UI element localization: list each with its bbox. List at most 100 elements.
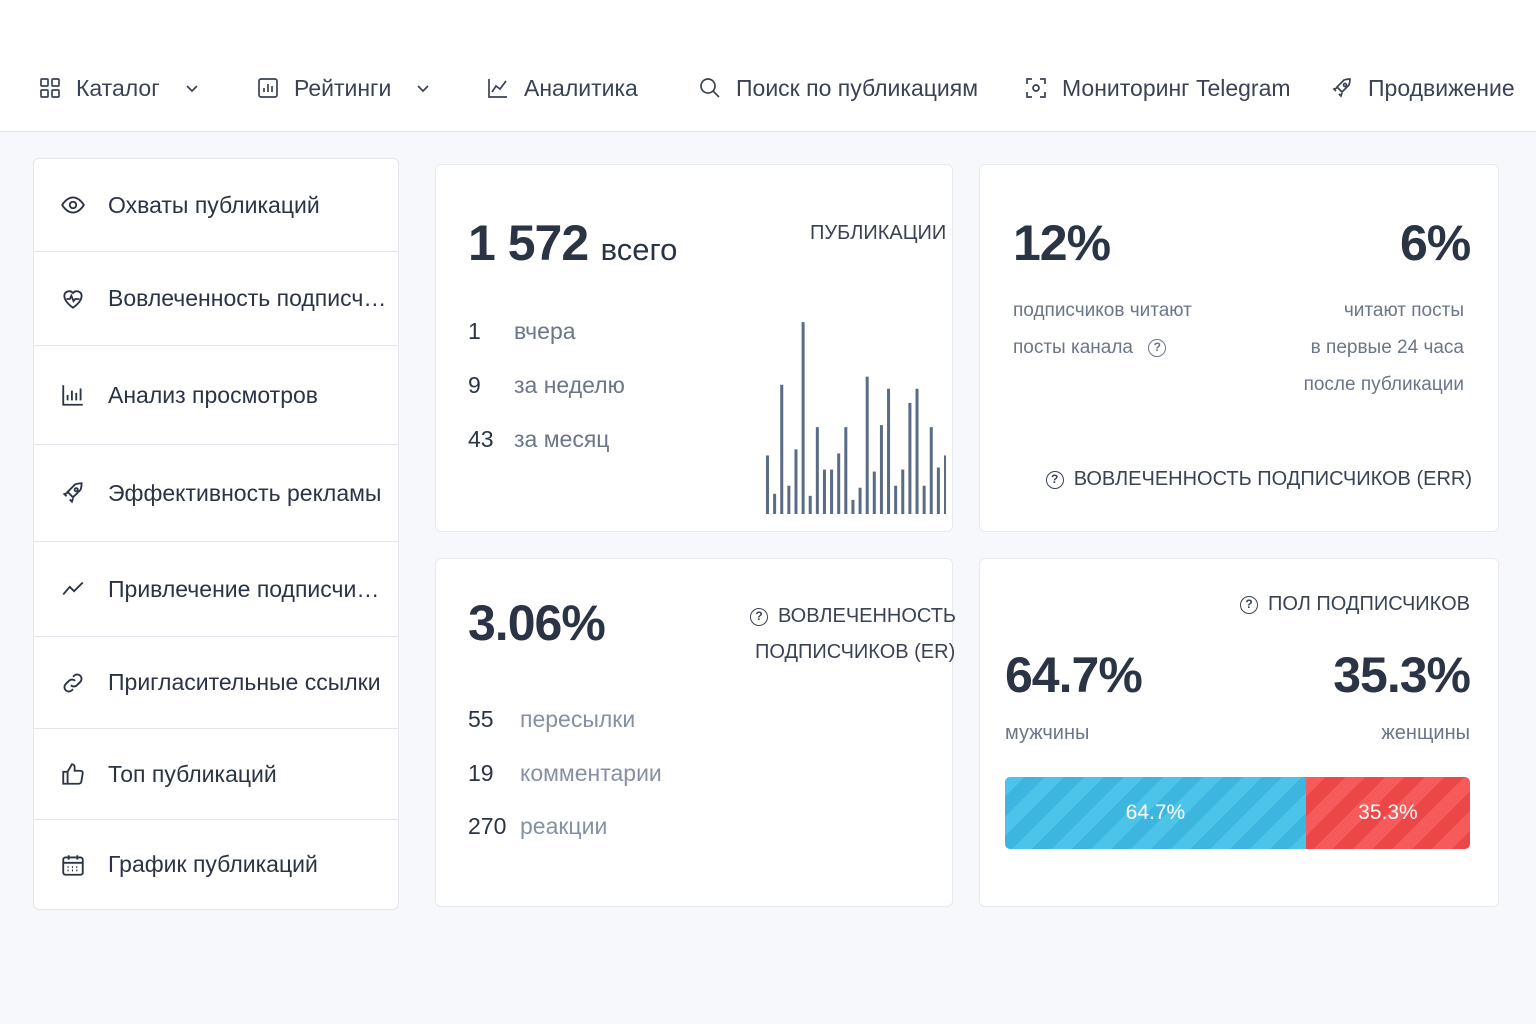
- nav-promotion-label: Продвижение: [1368, 74, 1515, 101]
- line-chart-icon: [488, 79, 507, 98]
- stat-month-label: за месяц: [514, 426, 610, 452]
- chart-bar: [837, 453, 841, 514]
- chart-bar: [844, 427, 848, 514]
- er-value: 3.06%: [468, 595, 606, 651]
- question-icon[interactable]: ?: [1045, 471, 1064, 489]
- chart-bar: [915, 388, 919, 514]
- err-left-line2: посты канала ?: [1013, 337, 1167, 359]
- gender-bar-male: 64.7%: [1005, 777, 1306, 849]
- nav-ratings-label: Рейтинги: [294, 74, 392, 101]
- err-left-value: 12%: [1013, 215, 1111, 271]
- bar-chart-icon: [258, 78, 278, 98]
- gender-bar-male-label: 64.7%: [1125, 801, 1186, 824]
- sidebar-item-views[interactable]: Анализ просмотров: [34, 346, 398, 445]
- sidebar-item-schedule[interactable]: График публикаций: [34, 820, 398, 909]
- chart-bar: [773, 493, 777, 514]
- question-icon[interactable]: ?: [1148, 339, 1167, 357]
- question-icon[interactable]: ?: [1240, 596, 1259, 614]
- male-value: 64.7%: [1005, 647, 1143, 703]
- sidebar-item-invite-links[interactable]: Пригласительные ссылки: [34, 637, 398, 729]
- stat-month-value: 43: [468, 426, 494, 452]
- err-right-value: 6%: [1400, 215, 1471, 271]
- sidebar-item-reach[interactable]: Охваты публикаций: [34, 159, 398, 252]
- chevron-down-icon: [186, 85, 198, 93]
- chart-bar: [879, 425, 883, 514]
- stat-yesterday-value: 1: [468, 318, 481, 344]
- chart-bar: [944, 455, 946, 514]
- chart-bar: [808, 495, 812, 514]
- nav-analytics-label: Аналитика: [524, 74, 638, 101]
- sidebar-item-top-posts[interactable]: Топ публикаций: [34, 729, 398, 820]
- chart-bar: [901, 469, 905, 514]
- gender-bar-female: 35.3%: [1305, 777, 1470, 849]
- nav-promotion[interactable]: Продвижение: [1330, 68, 1536, 108]
- nav-ratings[interactable]: Рейтинги: [256, 68, 431, 108]
- chart-bar: [780, 384, 784, 514]
- gender-caption: ? ПОЛ ПОДПИСЧИКОВ: [1240, 593, 1470, 616]
- chart-bar: [830, 469, 834, 514]
- scan-icon: [1026, 78, 1046, 98]
- female-label: женщины: [1381, 722, 1470, 744]
- nav-monitoring[interactable]: Мониторинг Telegram: [1024, 68, 1291, 108]
- stat-comments-label: комментарии: [520, 760, 662, 786]
- publications-total-value: 1 572: [468, 215, 589, 271]
- er-caption-line1: ? ВОВЛЕЧЕННОСТЬ: [750, 605, 956, 628]
- stat-forwards-label: пересылки: [520, 706, 636, 732]
- sidebar-item-label: Эффективность рекламы: [108, 479, 382, 506]
- publications-total-suffix: всего: [600, 232, 678, 267]
- nav-analytics[interactable]: Аналитика: [486, 68, 638, 108]
- sidebar-item-label: Пригласительные ссылки: [108, 669, 381, 695]
- sidebar-item-label: Топ публикаций: [108, 760, 277, 787]
- chart-bar: [801, 322, 805, 514]
- nav-search[interactable]: Поиск по публикациям: [698, 68, 978, 108]
- sidebar-item-label: Анализ просмотров: [108, 381, 319, 408]
- publications-total: 1 572 всего: [468, 214, 677, 272]
- er-caption-line2: ПОДПИСЧИКОВ (ER): [755, 641, 956, 663]
- sidebar-item-label: Привлечение подписчиков: [108, 575, 388, 602]
- chart-bar: [815, 427, 819, 514]
- search-icon: [700, 78, 720, 98]
- err-right-line2: в первые 24 часа: [1310, 337, 1464, 358]
- publications-caption: ПУБЛИКАЦИИ: [810, 222, 947, 244]
- male-label: мужчины: [1005, 722, 1090, 744]
- chevron-down-icon: [417, 85, 429, 93]
- heart-pulse-icon: [63, 289, 83, 309]
- chart-bar: [766, 455, 769, 514]
- err-left-line2-text: посты канала: [1013, 337, 1134, 358]
- gender-bar: 64.7% 35.3%: [1005, 777, 1470, 849]
- nav-catalog-label: Каталог: [76, 74, 160, 101]
- stat-yesterday-label: вчера: [514, 318, 576, 344]
- eye-icon: [61, 196, 85, 214]
- chart-bar: [922, 485, 926, 514]
- chart-bar: [894, 485, 898, 514]
- sidebar-item-label: Вовлеченность подписчик...: [108, 285, 388, 311]
- er-caption-line1-text: ВОВЛЕЧЕННОСТЬ: [778, 605, 957, 627]
- sidebar-item-subscribers[interactable]: Привлечение подписчиков: [34, 542, 398, 637]
- bar-chart-icon: [62, 385, 83, 406]
- chart-bar: [858, 487, 862, 514]
- thumbs-up-icon: [62, 763, 84, 785]
- sidebar-item-label: Охваты публикаций: [108, 191, 320, 218]
- grid-icon: [40, 78, 60, 98]
- chart-bar: [822, 469, 826, 514]
- err-right-line3: после публикации: [1303, 374, 1464, 395]
- question-icon[interactable]: ?: [750, 608, 768, 626]
- link-icon: [63, 673, 83, 692]
- stat-reactions-value: 270: [468, 813, 507, 839]
- rocket-icon: [1332, 78, 1351, 98]
- err-left-line1: подписчиков читают: [1013, 300, 1192, 321]
- nav-monitoring-label: Мониторинг Telegram: [1062, 74, 1291, 101]
- gender-bar-female-label: 35.3%: [1358, 801, 1418, 824]
- chart-bar: [865, 376, 869, 514]
- top-navigation: Каталог Рейтинги Аналитика Поиск по публ…: [0, 0, 1536, 132]
- err-right-line1: читают посты: [1343, 300, 1464, 321]
- err-caption-text: ВОВЛЕЧЕННОСТЬ ПОДПИСЧИКОВ (ERR): [1073, 468, 1472, 490]
- chart-bar: [794, 449, 798, 514]
- sidebar-item-label: График публикаций: [108, 851, 318, 877]
- nav-catalog[interactable]: Каталог: [38, 68, 200, 108]
- nav-search-label: Поиск по публикациям: [736, 74, 979, 101]
- gender-caption-text: ПОЛ ПОДПИСЧИКОВ: [1268, 593, 1470, 615]
- sidebar-item-engagement[interactable]: Вовлеченность подписчик...: [34, 252, 398, 346]
- sidebar-item-ads[interactable]: Эффективность рекламы: [34, 445, 398, 542]
- chart-bar: [936, 467, 940, 514]
